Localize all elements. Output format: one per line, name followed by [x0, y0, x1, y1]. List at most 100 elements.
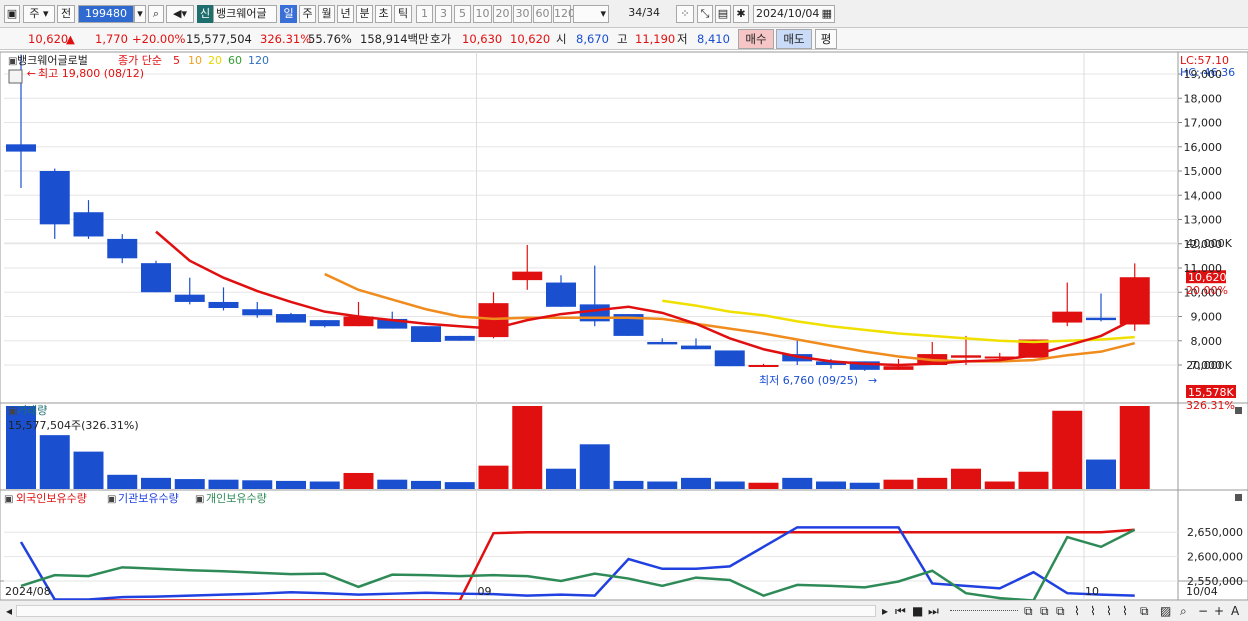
- volume-bar: [309, 481, 340, 489]
- interval-30[interactable]: 30: [513, 5, 532, 23]
- x-axis-label: 09: [478, 585, 492, 598]
- period-month[interactable]: 월: [318, 5, 335, 23]
- volume-bar: [208, 479, 239, 489]
- period-second[interactable]: 초: [375, 5, 392, 23]
- image-icon[interactable]: ▨: [1160, 604, 1171, 618]
- period-week[interactable]: 주: [299, 5, 316, 23]
- draw-icon-4[interactable]: ⌇: [1122, 604, 1128, 618]
- market-select[interactable]: 주 ▾: [23, 5, 55, 23]
- interval-120[interactable]: 120: [553, 5, 575, 23]
- price-y-label: 15,000: [1184, 165, 1223, 178]
- scroll-track[interactable]: [16, 605, 876, 617]
- volume-bar: [39, 435, 70, 489]
- layout-icon-3[interactable]: ⧉: [1056, 604, 1065, 618]
- ma-120: 120: [248, 54, 269, 67]
- calendar-small-icon[interactable]: [8, 69, 23, 84]
- eval-button[interactable]: 평: [815, 29, 837, 49]
- volume-bar: [816, 481, 846, 489]
- stock-chart[interactable]: ▣ 뱅크웨어글로벌 종가 단순 5 10 20 60 120 LC:57.10 …: [0, 50, 1248, 600]
- ma-label: 종가 단순: [118, 54, 162, 67]
- candle-body: [1086, 317, 1116, 321]
- quote-info-bar: 10,620 ▲ 1,770 +20.00% 15,577,504 326.31…: [0, 28, 1248, 50]
- volume-bar: [174, 479, 205, 489]
- turnover: 55.76%: [308, 32, 352, 46]
- prev-button[interactable]: 전: [57, 5, 75, 23]
- interval-60[interactable]: 60: [533, 5, 552, 23]
- volume-bar: [411, 480, 441, 489]
- interval-1[interactable]: 1: [416, 5, 433, 23]
- price-y-label: 14,000: [1184, 189, 1223, 202]
- period-day[interactable]: 일: [280, 5, 297, 23]
- zoom-out-icon[interactable]: −: [1198, 604, 1208, 618]
- sell-button[interactable]: 매도: [776, 29, 812, 49]
- gear-icon[interactable]: ✱: [733, 5, 749, 23]
- count-total: /34: [642, 6, 660, 19]
- trade-amount: 158,914백만: [360, 32, 429, 46]
- text-icon[interactable]: A: [1231, 604, 1239, 618]
- interval-10[interactable]: 10: [473, 5, 492, 23]
- ma-20: 20: [208, 54, 222, 67]
- candle-body: [73, 212, 104, 237]
- search-icon[interactable]: ⌕: [148, 5, 164, 23]
- compare-icon[interactable]: ⁘: [676, 5, 694, 23]
- candle-body: [1119, 277, 1150, 325]
- first-icon[interactable]: ⏮: [895, 604, 906, 618]
- save-icon[interactable]: ▤: [715, 5, 731, 23]
- draw-icon-2[interactable]: ⌇: [1090, 604, 1096, 618]
- bid-price: 10,620: [510, 32, 551, 46]
- buy-button[interactable]: 매수: [738, 29, 774, 49]
- volume-panel-close-icon: [1235, 407, 1242, 414]
- code-dropdown-icon[interactable]: ▾: [134, 5, 146, 23]
- zoom-slider[interactable]: [950, 610, 1018, 612]
- volume-y-label: 20,000K: [1186, 359, 1232, 372]
- candle-body: [1052, 311, 1083, 323]
- period-year[interactable]: 년: [337, 5, 354, 23]
- volume-bar: [1052, 410, 1083, 489]
- interval-custom-dropdown[interactable]: ▾: [573, 5, 609, 23]
- code-input[interactable]: 199480: [78, 5, 134, 23]
- volume-bar: [647, 481, 678, 489]
- candle-body: [647, 341, 678, 345]
- volume-bar: [141, 477, 171, 489]
- period-minute[interactable]: 분: [356, 5, 373, 23]
- legend-foreign: 외국인보유수량: [16, 492, 87, 505]
- last-icon[interactable]: ⏭: [928, 604, 939, 618]
- low-price: 8,410: [697, 32, 730, 46]
- candle-body: [309, 320, 340, 327]
- play-icon[interactable]: ▸: [882, 604, 888, 618]
- zoom-in-icon[interactable]: +: [1214, 604, 1224, 618]
- interval-3[interactable]: 3: [435, 5, 452, 23]
- volume-y-label: 40,000K: [1186, 237, 1232, 250]
- interval-20[interactable]: 20: [493, 5, 512, 23]
- candle-body: [546, 282, 576, 307]
- volume-percent-tag: 326.31%: [1186, 399, 1235, 412]
- zoom-icon[interactable]: ⌕: [1180, 604, 1187, 618]
- candle-body: [411, 326, 441, 342]
- price-y-label: 18,000: [1184, 92, 1223, 105]
- speaker-icon[interactable]: ◀▾: [166, 5, 194, 23]
- interval-5[interactable]: 5: [454, 5, 471, 23]
- bottom-scroll-bar: ◂ ▸ ⏮ ■ ⏭ ⧉ ⧉ ⧉ ⌇ ⌇ ⌇ ⌇ ⧉ ▨ ⌕ − + A: [0, 600, 1248, 621]
- scroll-left-icon[interactable]: ◂: [6, 604, 12, 618]
- volume-bar: [512, 406, 543, 489]
- draw-icon-1[interactable]: ⌇: [1074, 604, 1080, 618]
- legend-institution: 기관보유수량: [118, 492, 179, 505]
- candle-body: [748, 365, 779, 367]
- calendar-icon[interactable]: ▦: [822, 6, 832, 22]
- draw-icon-3[interactable]: ⌇: [1106, 604, 1112, 618]
- layout-icon-2[interactable]: ⧉: [1040, 604, 1049, 618]
- stock-name[interactable]: 뱅크웨어글: [213, 5, 277, 23]
- menu-icon[interactable]: ▣: [4, 5, 20, 23]
- toolbar: ▣ 주 ▾ 전 199480 ▾ ⌕ ◀▾ 신 뱅크웨어글 일 주 월 년 분 …: [0, 0, 1248, 28]
- ma-60: 60: [228, 54, 242, 67]
- date-input[interactable]: 2024/10/04 ▦: [753, 5, 835, 23]
- legend-individual: 개인보유수량: [206, 492, 267, 505]
- volume-tag: 15,578K: [1188, 386, 1234, 399]
- period-tick[interactable]: 틱: [394, 5, 412, 23]
- current-price-tag: 10,620: [1188, 271, 1227, 284]
- stop-icon[interactable]: ■: [912, 604, 923, 618]
- tools-icon[interactable]: ⤡: [697, 5, 713, 23]
- new-badge: 신: [197, 5, 213, 23]
- layout-icon-1[interactable]: ⧉: [1024, 604, 1033, 618]
- copy-icon[interactable]: ⧉: [1140, 604, 1149, 618]
